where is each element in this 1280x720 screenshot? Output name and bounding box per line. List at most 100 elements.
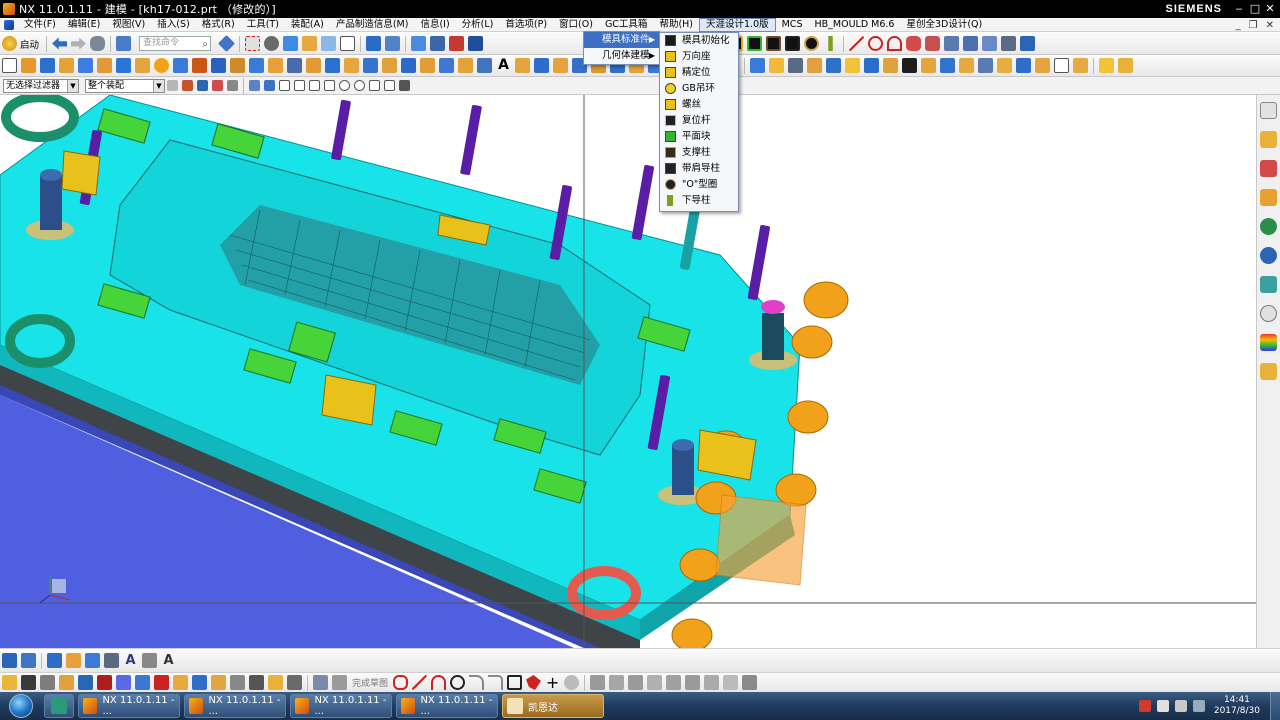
menu-window[interactable]: 窗口(O) (553, 18, 599, 32)
circle-icon[interactable] (868, 36, 884, 51)
perspective-icon[interactable] (321, 36, 337, 51)
sketch-circle-icon[interactable] (450, 675, 466, 690)
sketch-constraint-icon[interactable] (685, 675, 701, 690)
drafting-tool-6-icon[interactable] (104, 653, 119, 668)
window-close-icon[interactable]: ✕ (1266, 20, 1274, 31)
taskbar-nx-4[interactable]: NX 11.0.1.11 - ... (396, 694, 498, 718)
pattern-icon[interactable] (363, 58, 378, 73)
menu-preferences[interactable]: 首选项(P) (499, 18, 553, 32)
replace-face-icon[interactable] (458, 58, 473, 73)
start-icon[interactable] (2, 36, 17, 51)
undo-icon[interactable] (52, 37, 68, 50)
finish-sketch-label[interactable]: 完成草图 (352, 676, 388, 689)
bottom-tool-9-icon[interactable] (154, 675, 169, 690)
select-tool-icon[interactable] (182, 80, 193, 91)
chamfer-icon[interactable] (306, 58, 321, 73)
drafting-tool-3-icon[interactable] (47, 653, 62, 668)
taskbar-nx-1[interactable]: NX 11.0.1.11 - ... (78, 694, 180, 718)
menu-xingchuang-3d[interactable]: 星创全3D设计(Q) (900, 18, 988, 32)
snap-control-icon[interactable] (294, 80, 305, 91)
snap-icon[interactable] (249, 80, 260, 91)
snap-intersect-icon[interactable] (309, 80, 320, 91)
command-finder-icon[interactable] (116, 36, 132, 51)
drafting-tool-1-icon[interactable] (2, 653, 17, 668)
assembly-tool-7-icon[interactable] (883, 58, 898, 73)
snap-on-face-icon[interactable] (384, 80, 395, 91)
bottom-tool-12-icon[interactable] (211, 675, 226, 690)
snap-mid-icon[interactable] (279, 80, 290, 91)
draft-icon[interactable] (344, 58, 359, 73)
menu-info[interactable]: 信息(I) (414, 18, 455, 32)
sketch-offset-icon[interactable] (628, 675, 644, 690)
menu-insert[interactable]: 插入(S) (151, 18, 195, 32)
intersect-icon[interactable] (230, 58, 245, 73)
assembly-tool-2-icon[interactable] (788, 58, 803, 73)
assembly-tool-17-icon[interactable] (1073, 58, 1088, 73)
menu-gc-toolkit[interactable]: GC工具箱 (599, 18, 654, 32)
bottom-tool-15-icon[interactable] (268, 675, 283, 690)
trim-body-icon[interactable] (249, 58, 264, 73)
sketch-line-icon[interactable] (412, 675, 428, 690)
menu-item-support-pillar[interactable]: 支撑柱 (660, 145, 738, 161)
selection-filter-dropdown[interactable]: 无选择过滤器 ▼ (3, 78, 79, 93)
cone-icon[interactable] (154, 58, 169, 73)
sketch-pattern-icon[interactable] (666, 675, 682, 690)
palette-icon[interactable] (1260, 334, 1277, 351)
assembly-tool-10-icon[interactable] (940, 58, 955, 73)
move-object-icon[interactable] (385, 36, 401, 51)
assembly-tool-15-icon[interactable] (1035, 58, 1050, 73)
menu-edit[interactable]: 编辑(E) (62, 18, 106, 32)
tray-app-icon[interactable] (1138, 700, 1151, 712)
assembly-tool-1-icon[interactable] (769, 58, 784, 73)
window-restore-icon[interactable]: ❐ (1249, 20, 1258, 31)
sphere-icon[interactable] (173, 58, 188, 73)
assembly-tool-3-icon[interactable] (807, 58, 822, 73)
bottom-tool-3-icon[interactable] (40, 675, 55, 690)
pocket-icon[interactable] (97, 58, 112, 73)
reuse-library-icon[interactable] (1260, 218, 1277, 235)
network-icon[interactable] (1156, 700, 1169, 712)
menu-tools[interactable]: 工具(T) (241, 18, 285, 32)
mold-gold-2-icon[interactable] (1118, 58, 1133, 73)
start-button[interactable] (4, 693, 42, 719)
filter-reset-icon[interactable] (167, 80, 178, 91)
fit-view-icon[interactable] (245, 36, 261, 51)
menu-item-mold-init[interactable]: 模具初始化 (660, 33, 738, 49)
command-search-input[interactable]: 查找命令 ⌕ (139, 36, 212, 51)
line-icon[interactable] (849, 36, 865, 51)
sketch-fillet-icon[interactable] (469, 675, 485, 690)
graphics-window[interactable] (0, 95, 1256, 648)
bottom-tool-5-icon[interactable] (78, 675, 93, 690)
menu-hb-mould[interactable]: HB_MOULD M6.6 (808, 18, 900, 32)
annotation-text-icon[interactable]: A (123, 653, 138, 668)
offset-face-icon[interactable] (401, 58, 416, 73)
pinned-app-icon[interactable] (44, 694, 74, 718)
drafting-tool-4-icon[interactable] (66, 653, 81, 668)
arc-icon[interactable] (887, 36, 903, 51)
assembly-navigator-icon[interactable] (1260, 131, 1277, 148)
menu-file[interactable]: 文件(F) (18, 18, 62, 32)
datum-axis-icon[interactable] (553, 58, 568, 73)
snap-on-curve-icon[interactable] (369, 80, 380, 91)
trim-icon[interactable] (1001, 36, 1017, 51)
bridge-icon[interactable] (982, 36, 998, 51)
assembly-tool-4-icon[interactable] (826, 58, 841, 73)
menu-item-o-ring[interactable]: "O"型圈 (660, 177, 738, 193)
revolve-icon[interactable] (40, 58, 55, 73)
snap-quadrant-icon[interactable] (339, 80, 350, 91)
extrude-icon[interactable] (21, 58, 36, 73)
menu-assembly[interactable]: 装配(A) (285, 18, 330, 32)
volume-icon[interactable] (1174, 700, 1187, 712)
mold-tool-7-icon[interactable] (785, 36, 801, 51)
part-navigator-icon[interactable] (1260, 189, 1277, 206)
block-icon[interactable] (116, 58, 131, 73)
assembly-tool-13-icon[interactable] (997, 58, 1012, 73)
rotate-icon[interactable] (264, 36, 280, 51)
menu-help[interactable]: 帮助(H) (653, 18, 699, 32)
snap-end-icon[interactable] (264, 80, 275, 91)
mold-gold-1-icon[interactable] (1099, 58, 1114, 73)
sketch-point-icon[interactable]: + (545, 675, 560, 691)
mold-tool-5-icon[interactable] (747, 36, 763, 51)
move-face-icon[interactable] (420, 58, 435, 73)
mirror-icon[interactable] (382, 58, 397, 73)
